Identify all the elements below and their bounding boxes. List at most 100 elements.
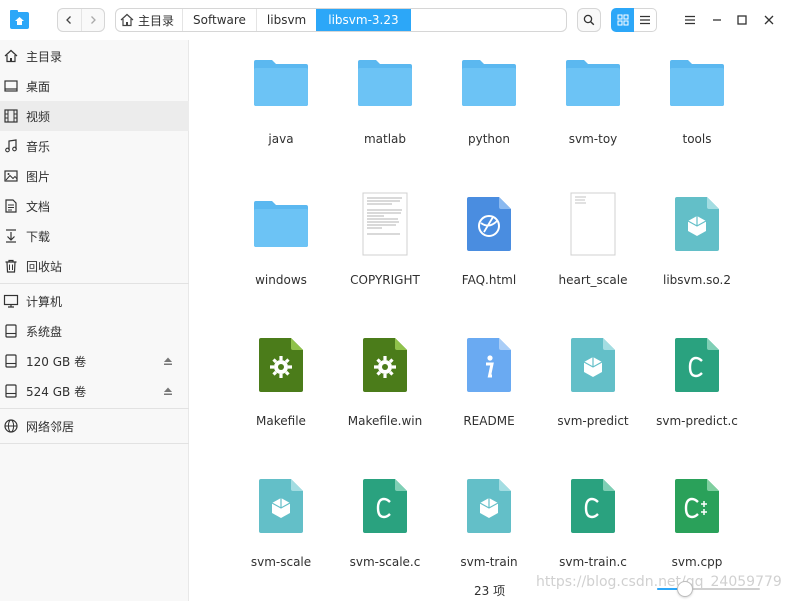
maximize-icon [737, 15, 747, 25]
file-item[interactable]: svm-predict.c [645, 322, 749, 442]
file-item[interactable]: svm-train [437, 463, 541, 583]
breadcrumb-item[interactable]: Software [183, 9, 256, 31]
file-item[interactable]: svm-predict [541, 322, 645, 442]
file-item[interactable]: java [229, 40, 333, 160]
document-icon [3, 198, 19, 214]
item-count-status: 23 项 [474, 584, 506, 598]
file-item[interactable]: svm-toy [541, 40, 645, 160]
list-view-button[interactable] [634, 8, 657, 32]
sidebar-item-volume-524gb[interactable]: 524 GB 卷 [0, 376, 189, 406]
text-file-preview-icon [562, 192, 624, 256]
file-item[interactable]: tools [645, 40, 749, 160]
maximize-button[interactable] [733, 11, 751, 29]
sidebar-item-desktop[interactable]: 桌面 [0, 71, 189, 101]
sidebar-item-label: 524 GB 卷 [26, 384, 87, 399]
breadcrumb-label: 主目录 [138, 13, 175, 28]
sidebar-item-music[interactable]: 音乐 [0, 131, 189, 161]
minimize-icon [713, 19, 721, 21]
file-item[interactable]: svm-scale [229, 463, 333, 583]
search-button[interactable] [577, 8, 601, 32]
folder-icon [354, 52, 416, 114]
file-name: svm-toy [568, 132, 618, 146]
list-view-icon [640, 15, 650, 25]
menu-button[interactable] [681, 11, 699, 29]
file-item[interactable]: COPYRIGHT [333, 181, 437, 301]
icon-view-button[interactable] [611, 8, 634, 32]
file-name: Makefile.win [347, 414, 423, 428]
file-item[interactable]: Makefile.win [333, 322, 437, 442]
file-item[interactable]: python [437, 40, 541, 160]
sidebar-item-documents[interactable]: 文档 [0, 191, 189, 221]
sidebar-item-video[interactable]: 视频 [0, 101, 189, 131]
file-item[interactable]: svm-train.c [541, 463, 645, 583]
folder-icon [666, 52, 728, 114]
file-name: svm.cpp [671, 555, 723, 569]
file-item[interactable]: heart_scale [541, 181, 645, 301]
sidebar-item-home[interactable]: 主目录 [0, 41, 189, 71]
file-name: svm-scale.c [349, 555, 421, 569]
sidebar-item-computer[interactable]: 计算机 [0, 286, 189, 316]
file-name: FAQ.html [461, 273, 517, 287]
video-icon [3, 108, 19, 124]
file-name: svm-train.c [559, 555, 627, 569]
view-mode-toggle [611, 8, 658, 32]
forward-button[interactable] [80, 9, 104, 31]
sidebar-item-label: 计算机 [26, 294, 63, 309]
html-file-icon [458, 193, 520, 255]
file-name: README [463, 414, 515, 428]
picture-icon [3, 168, 19, 184]
makefile-gear-icon [354, 334, 416, 396]
file-item[interactable]: matlab [333, 40, 437, 160]
executable-icon [562, 334, 624, 396]
file-name: python [468, 132, 510, 146]
c-source-icon [666, 334, 728, 396]
download-icon [3, 228, 19, 244]
file-item[interactable]: libsvm.so.2 [645, 181, 749, 301]
sidebar-item-label: 回收站 [26, 259, 63, 274]
home-icon [120, 13, 134, 27]
sidebar-divider [0, 408, 189, 409]
chevron-left-icon [66, 16, 72, 24]
zoom-slider-handle[interactable] [677, 581, 693, 597]
sidebar-item-label: 桌面 [26, 79, 51, 94]
sidebar: 主目录 桌面 视频 音乐 图片 文档 下载 回收站 计算机 系统盘 120 GB… [0, 40, 189, 601]
file-name: svm-predict.c [656, 414, 738, 428]
cpp-source-icon [666, 475, 728, 537]
eject-icon[interactable] [163, 386, 173, 396]
file-name: Makefile [256, 414, 306, 428]
file-item[interactable]: README [437, 322, 541, 442]
hamburger-menu-icon [685, 15, 695, 25]
file-name: java [268, 132, 294, 146]
eject-icon[interactable] [163, 356, 173, 366]
folder-icon [458, 52, 520, 114]
sidebar-item-system-disk[interactable]: 系统盘 [0, 316, 189, 346]
sidebar-item-label: 视频 [26, 109, 51, 124]
breadcrumb-item-current[interactable]: libsvm-3.23 [316, 9, 411, 31]
file-item[interactable]: Makefile [229, 322, 333, 442]
file-item[interactable]: windows [229, 181, 333, 301]
sidebar-item-downloads[interactable]: 下载 [0, 221, 189, 251]
sidebar-item-pictures[interactable]: 图片 [0, 161, 189, 191]
executable-icon [250, 475, 312, 537]
breadcrumb-home[interactable]: 主目录 [116, 9, 182, 31]
close-button[interactable] [760, 11, 778, 29]
sidebar-divider [0, 283, 189, 284]
breadcrumb: 主目录 Software libsvm libsvm-3.23 [115, 8, 567, 32]
sidebar-item-network[interactable]: 网络邻居 [0, 411, 189, 441]
back-button[interactable] [58, 9, 81, 31]
file-grid: java matlab python svm-toy tools windows… [190, 40, 789, 601]
file-manager-window: 主目录 Software libsvm libsvm-3.23 主目录 桌面 视… [0, 0, 789, 601]
file-item[interactable]: FAQ.html [437, 181, 541, 301]
breadcrumb-item[interactable]: libsvm [257, 9, 316, 31]
file-item[interactable]: svm.cpp [645, 463, 749, 583]
sidebar-item-trash[interactable]: 回收站 [0, 251, 189, 281]
c-source-icon [562, 475, 624, 537]
file-item[interactable]: svm-scale.c [333, 463, 437, 583]
sidebar-item-volume-120gb[interactable]: 120 GB 卷 [0, 346, 189, 376]
sidebar-divider [0, 443, 189, 444]
network-icon [3, 418, 19, 434]
file-name: heart_scale [558, 273, 628, 287]
minimize-button[interactable] [708, 11, 726, 29]
music-icon [3, 138, 19, 154]
file-name: svm-predict [557, 414, 629, 428]
